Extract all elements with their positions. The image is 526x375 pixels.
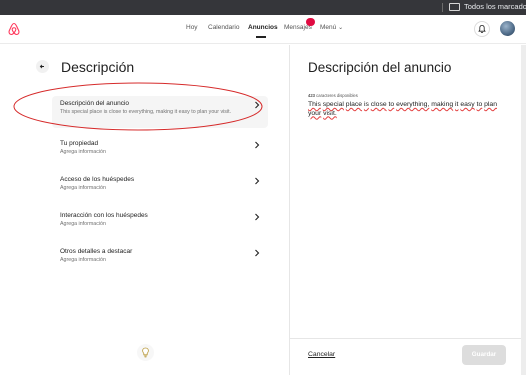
description-textarea[interactable]: This special place is close to everythin… (308, 101, 506, 118)
lightbulb-icon[interactable] (137, 344, 154, 361)
arrow-left-icon[interactable] (36, 60, 49, 73)
cancel-button[interactable]: Cancelar (308, 351, 335, 358)
footer-divider (290, 338, 526, 339)
chevron-right-icon (255, 141, 260, 149)
description-word: it (455, 101, 459, 108)
nav-hoy[interactable]: Hoy (186, 24, 198, 31)
avatar-icon[interactable] (500, 21, 515, 36)
annotation-ellipse (13, 82, 263, 131)
section-row-tu-propiedad[interactable]: Tu propiedad Agrega información (52, 136, 268, 160)
nav-anuncios[interactable]: Anuncios (248, 24, 278, 31)
window-scrollbar[interactable] (521, 45, 526, 375)
section-row-subtitle: Agrega información (60, 185, 106, 191)
section-row-subtitle: Agrega información (60, 257, 106, 263)
description-word: making (431, 101, 454, 108)
messages-badge (306, 18, 315, 26)
description-word: easy (460, 101, 475, 108)
section-row-subtitle: Agrega información (60, 149, 106, 155)
character-counter: 423 caracteres disponibles (308, 93, 358, 98)
save-button[interactable]: Guardar (462, 345, 506, 365)
bookmarks-separator (442, 3, 443, 12)
section-row-title: Acceso de los huéspedes (60, 176, 135, 183)
section-row-acceso-huespedes[interactable]: Acceso de los huéspedes Agrega informaci… (52, 172, 268, 196)
airbnb-logo-icon[interactable] (8, 22, 20, 36)
description-word: everything, (396, 101, 430, 108)
chevron-right-icon (255, 177, 260, 185)
all-bookmarks-link[interactable]: Todos los marcadores (464, 2, 526, 11)
page-title: Descripción (61, 59, 135, 75)
bell-icon[interactable] (474, 21, 490, 37)
characters-remaining-count: 423 (308, 93, 315, 98)
browser-bookmarks-bar: Todos los marcadores (0, 0, 526, 15)
description-word: This (308, 101, 321, 108)
section-row-title: Tu propiedad (60, 140, 99, 147)
description-word: plan (484, 101, 497, 108)
description-word: is (363, 101, 369, 108)
description-word: visit. (323, 109, 337, 117)
section-row-subtitle: Agrega información (60, 221, 106, 227)
active-tab-indicator (256, 36, 266, 38)
section-row-otros-detalles[interactable]: Otros detalles a destacar Agrega informa… (52, 244, 268, 268)
chevron-right-icon (255, 213, 260, 221)
description-word: your (308, 109, 322, 117)
section-row-interaccion-huespedes[interactable]: Interacción con los huéspedes Agrega inf… (52, 208, 268, 232)
description-word: place (345, 101, 363, 108)
chevron-down-icon: ⌄ (338, 25, 344, 31)
folder-icon[interactable] (449, 3, 460, 11)
nav-menu[interactable]: Menú ⌄ (320, 24, 343, 31)
description-editor-panel: Descripción del anuncio 423 caracteres d… (290, 45, 526, 375)
description-word: special (322, 101, 344, 108)
description-word: close (370, 101, 387, 108)
editor-title: Descripción del anuncio (308, 60, 452, 75)
section-row-title: Interacción con los huéspedes (60, 212, 148, 219)
nav-calendario[interactable]: Calendario (208, 24, 239, 31)
description-word: to (388, 101, 395, 108)
characters-remaining-label: caracteres disponibles (316, 93, 358, 98)
nav-menu-label: Menú (320, 24, 337, 31)
description-word: to (476, 101, 483, 108)
chevron-right-icon (255, 249, 260, 257)
section-row-title: Otros detalles a destacar (60, 248, 133, 255)
app-header: Hoy Calendario Anuncios Mensajes Menú ⌄ (0, 15, 526, 44)
